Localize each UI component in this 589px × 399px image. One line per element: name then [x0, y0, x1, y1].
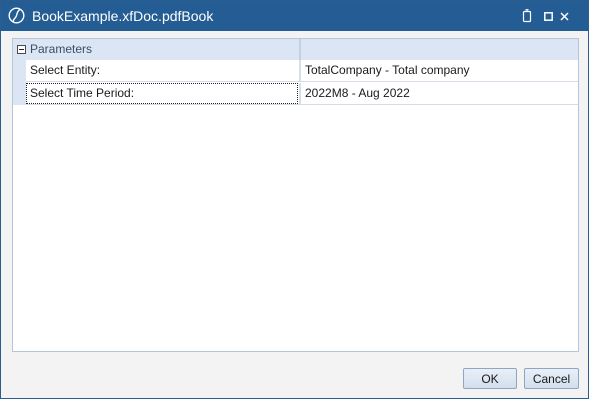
- close-button[interactable]: [557, 8, 571, 24]
- maximize-button[interactable]: [541, 8, 555, 24]
- title-bar[interactable]: BookExample.xfDoc.pdfBook: [1, 1, 588, 31]
- column-divider[interactable]: [299, 39, 301, 60]
- maximize-icon: [543, 11, 553, 21]
- parameter-label: Select Entity:: [26, 60, 298, 81]
- parameter-row-entity[interactable]: Select Entity: TotalCompany - Total comp…: [26, 60, 578, 82]
- cancel-button[interactable]: Cancel: [524, 368, 579, 389]
- collapse-icon[interactable]: [17, 45, 26, 54]
- parameters-panel: Parameters Select Entity: TotalCompany -…: [12, 38, 579, 352]
- pin-button[interactable]: [520, 8, 534, 24]
- row-gutter: [13, 60, 26, 105]
- window-title: BookExample.xfDoc.pdfBook: [32, 8, 214, 24]
- ok-button[interactable]: OK: [463, 368, 517, 389]
- parameter-label: Select Time Period:: [26, 83, 298, 104]
- onestream-logo-icon: [8, 7, 25, 24]
- dialog-window: BookExample.xfDoc.pdfBook Parameters Sel…: [0, 0, 589, 399]
- parameters-group-header[interactable]: Parameters: [13, 39, 578, 60]
- parameter-row-time-period[interactable]: Select Time Period: 2022M8 - Aug 2022: [26, 83, 578, 105]
- entity-value-field[interactable]: TotalCompany - Total company: [301, 60, 578, 81]
- time-period-value-field[interactable]: 2022M8 - Aug 2022: [301, 83, 578, 104]
- close-icon: [559, 11, 569, 21]
- pin-icon: [522, 9, 532, 23]
- parameters-group-label: Parameters: [30, 42, 93, 56]
